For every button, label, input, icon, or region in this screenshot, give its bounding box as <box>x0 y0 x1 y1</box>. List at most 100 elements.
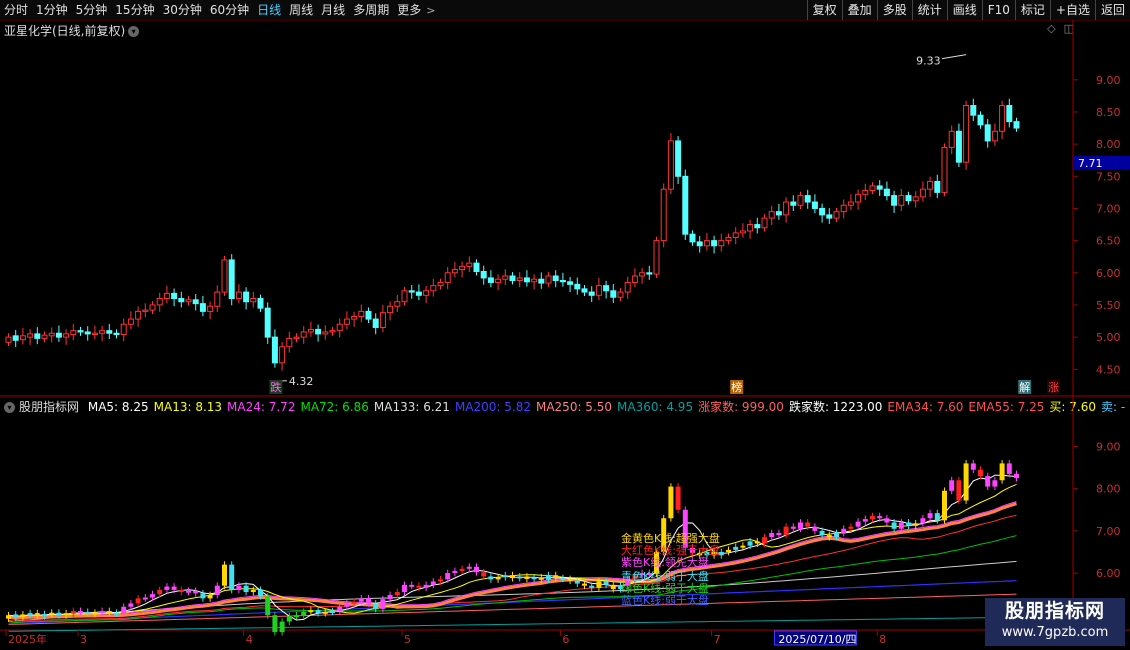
strength-candle <box>927 513 933 519</box>
timeframe-tab[interactable]: 周线 <box>285 0 317 20</box>
strength-candle <box>502 575 508 578</box>
candle-body <box>970 105 977 116</box>
strength-candle <box>510 575 515 579</box>
strength-candle <box>186 590 191 593</box>
strength-candle <box>970 463 976 470</box>
strength-candle <box>164 586 170 590</box>
strength-candle <box>747 541 753 546</box>
timeframe-tab[interactable]: 分时 <box>0 0 32 20</box>
strength-candle <box>200 593 206 599</box>
strength-candle <box>13 614 19 618</box>
strength-candle <box>574 580 580 584</box>
timeframe-tab[interactable]: 30分钟 <box>159 0 206 20</box>
candle-body <box>934 180 941 193</box>
timeframe-tab[interactable]: 月线 <box>317 0 349 20</box>
timeframe-tab[interactable]: 多周期 <box>349 0 393 20</box>
strength-candle <box>870 516 875 520</box>
candle-body <box>279 346 286 364</box>
candle-body <box>603 285 610 292</box>
candle-body <box>797 195 804 206</box>
candle-body <box>243 291 250 303</box>
strength-candle <box>85 611 91 614</box>
candle-body <box>977 114 984 126</box>
strength-candle <box>805 522 811 527</box>
strength-candle <box>589 585 595 588</box>
candle-body <box>754 224 761 229</box>
candle-body <box>682 175 689 235</box>
strength-candle <box>942 490 947 521</box>
candle-body <box>516 277 523 282</box>
candle-body <box>300 331 307 338</box>
strength-candle <box>258 589 263 597</box>
candle-body <box>358 310 365 318</box>
strength-candle <box>20 614 26 617</box>
candle-body <box>286 337 293 348</box>
timeframe-tab[interactable]: 60分钟 <box>206 0 253 20</box>
candle-body <box>963 105 970 163</box>
strength-candle <box>279 621 285 633</box>
candle-body <box>163 292 170 300</box>
strength-candle <box>524 576 530 579</box>
candle-body <box>142 309 149 312</box>
toolbar-button[interactable]: 复权 <box>806 0 842 20</box>
strength-candle <box>898 522 904 529</box>
candle-body <box>826 214 833 219</box>
strength-candle <box>906 522 911 526</box>
candle-body <box>883 188 890 197</box>
strength-candle <box>956 480 962 501</box>
strength-candle <box>488 576 494 580</box>
strength-candle <box>373 603 379 609</box>
candle-body <box>423 290 430 296</box>
strength-candle <box>610 584 616 590</box>
candle-body <box>127 318 134 325</box>
candle-body <box>833 211 840 219</box>
candle-body <box>523 277 530 283</box>
candle-body <box>581 288 588 293</box>
strength-candle <box>423 584 429 588</box>
strength-candle <box>301 611 307 616</box>
candle-body <box>444 272 451 283</box>
strength-candle <box>452 570 458 574</box>
strength-candle <box>978 469 983 477</box>
price-tick-label: 4.50 <box>1096 363 1121 376</box>
candle-body <box>293 336 300 339</box>
strength-candle <box>92 612 98 615</box>
candle-body <box>675 140 682 177</box>
toolbar-button[interactable]: 统计 <box>911 0 947 20</box>
strength-candle <box>1006 463 1012 474</box>
toolbar-button[interactable]: F10 <box>981 0 1015 20</box>
toolbar-button[interactable]: 返回 <box>1094 0 1130 20</box>
more-chevron-icon[interactable]: > <box>426 4 435 17</box>
timeframe-tab[interactable]: 1分钟 <box>32 0 72 20</box>
strength-candle <box>366 598 371 604</box>
strength-candle <box>920 518 926 524</box>
time-label: 3 <box>80 633 87 646</box>
strength-candle <box>193 590 199 594</box>
candle-body <box>430 285 437 292</box>
timeframe-tab[interactable]: 5分钟 <box>72 0 112 20</box>
strength-candle <box>826 535 832 538</box>
timeframe-tab[interactable]: 15分钟 <box>111 0 158 20</box>
candle-body <box>19 335 26 341</box>
timeframe-tab[interactable]: 日线 <box>253 0 285 20</box>
strength-candle <box>34 613 40 617</box>
toolbar-button[interactable]: 画线 <box>946 0 982 20</box>
price-tick-label: 7.00 <box>1096 202 1121 215</box>
strength-candle <box>394 592 400 595</box>
toolbar-button[interactable]: 标记 <box>1014 0 1050 20</box>
time-label: 7 <box>714 633 721 646</box>
toolbar-button[interactable]: 叠加 <box>841 0 877 20</box>
candle-body <box>552 275 559 282</box>
toolbar-button[interactable]: +自选 <box>1049 0 1095 20</box>
strength-candle <box>42 613 47 617</box>
timeframe-tab[interactable]: 更多 <box>393 0 425 20</box>
candle-body <box>387 305 394 314</box>
kline-chart[interactable]: 9.00 8.50 8.00 7.50 7.00 6.50 6.00 5.50 5.00 4.50… <box>0 20 1130 650</box>
candle-body <box>761 217 768 229</box>
toolbar-button[interactable]: 多股 <box>876 0 912 20</box>
candle-body <box>502 275 509 280</box>
strength-candle <box>538 577 544 580</box>
candle-body <box>732 232 739 238</box>
strength-candle <box>790 526 796 529</box>
candle-body <box>5 336 12 343</box>
